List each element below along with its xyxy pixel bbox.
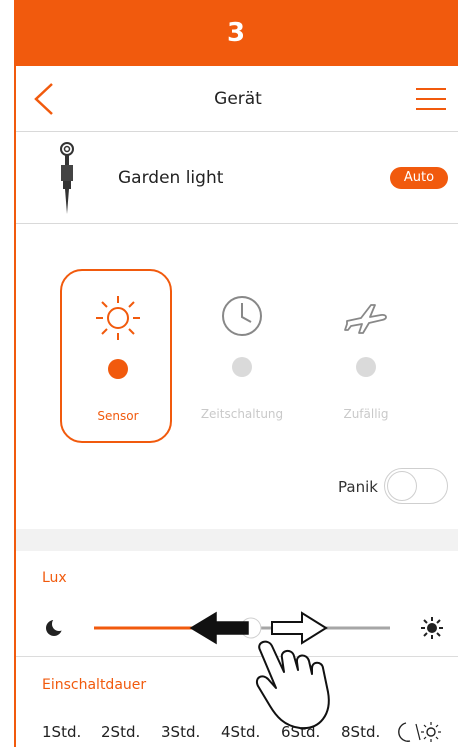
garden-light-icon	[60, 142, 74, 214]
duration-option-1h[interactable]: 1Std.	[42, 723, 81, 741]
airplane-icon	[344, 304, 387, 334]
duration-option-6h[interactable]: 6Std.	[281, 723, 320, 741]
row-divider	[16, 656, 458, 657]
lux-label: Lux	[42, 570, 67, 586]
duration-label: Einschaltdauer	[42, 677, 147, 693]
duration-option-2h[interactable]: 2Std.	[101, 723, 140, 741]
page-title: Gerät	[214, 89, 262, 109]
hamburger-menu-icon	[416, 88, 446, 90]
section-divider	[16, 529, 458, 551]
lux-slider[interactable]	[16, 596, 458, 656]
duration-option-4h[interactable]: 4Std.	[221, 723, 260, 741]
panic-label: Panik	[338, 478, 378, 496]
mode-sensor-indicator	[108, 359, 128, 379]
mode-sensor[interactable]: Sensor	[60, 269, 172, 443]
mode-timer[interactable]: Zeitschaltung	[186, 269, 298, 443]
device-name: Garden light	[118, 168, 224, 188]
duration-option-3h[interactable]: 3Std.	[161, 723, 200, 741]
lux-slider-thumb[interactable]	[240, 617, 262, 639]
app-screen: Gerät Garden light Auto Sensor Zeitschal…	[14, 66, 458, 747]
panic-toggle[interactable]	[384, 468, 448, 504]
menu-button[interactable]	[416, 84, 448, 114]
auto-mode-badge[interactable]: Auto	[390, 167, 448, 189]
sun-max-icon	[421, 617, 443, 639]
device-row[interactable]: Garden light Auto	[16, 132, 458, 224]
duration-option-8h[interactable]: 8Std.	[341, 723, 380, 741]
duration-option-night[interactable]	[396, 721, 442, 743]
mode-random[interactable]: Zufällig	[310, 269, 422, 443]
mode-timer-indicator	[232, 357, 252, 377]
moon-icon	[46, 617, 66, 636]
panic-toggle-knob	[387, 471, 417, 501]
step-number: 3	[226, 18, 246, 48]
clock-icon	[222, 296, 262, 336]
step-banner: 3	[14, 0, 458, 66]
mode-random-label: Zufällig	[343, 407, 389, 421]
app-header: Gerät	[16, 66, 458, 132]
moon-sun-icon	[398, 722, 441, 742]
mode-random-indicator	[356, 357, 376, 377]
sun-icon	[96, 296, 140, 340]
